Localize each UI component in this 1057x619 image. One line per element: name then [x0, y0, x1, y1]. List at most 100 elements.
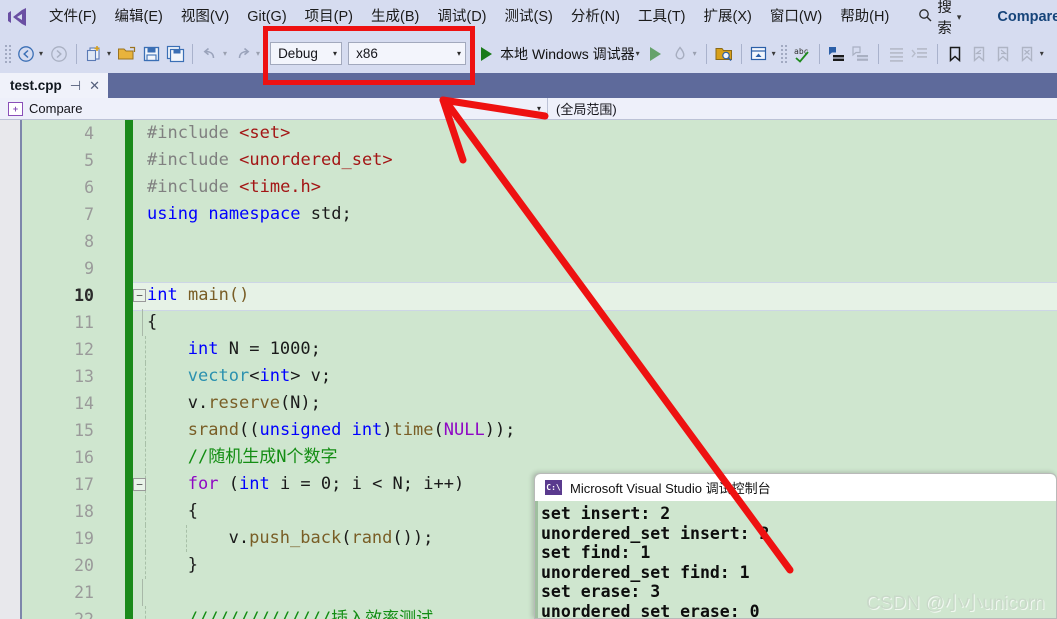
- indent-guide: [145, 498, 146, 525]
- fold-toggle-icon[interactable]: −: [133, 289, 146, 302]
- toolbar-grip[interactable]: [4, 43, 12, 64]
- next-bookmark-icon[interactable]: [991, 41, 1015, 67]
- uncomment-selection-icon[interactable]: [849, 41, 873, 67]
- chevron-down-icon[interactable]: ▾: [957, 12, 962, 23]
- console-output-line: set insert: 2: [541, 504, 671, 523]
- line-number: 21: [74, 583, 94, 602]
- toolbar-divider: [936, 43, 938, 64]
- code-line-text: }: [187, 555, 199, 575]
- back-dropdown-caret[interactable]: ▾: [38, 49, 47, 58]
- navigate-back-icon[interactable]: [14, 41, 38, 67]
- code-line-text: using namespace std;: [147, 204, 352, 224]
- line-number: 22: [22, 606, 94, 619]
- increase-indent-icon[interactable]: [884, 41, 908, 67]
- hot-reload-icon[interactable]: [668, 41, 692, 67]
- code-line-text: int main(): [147, 285, 250, 305]
- save-all-icon[interactable]: [163, 41, 187, 67]
- start-debug-dropdown-caret[interactable]: ▾: [635, 49, 644, 58]
- menu-item-window[interactable]: 窗口(W): [761, 7, 831, 28]
- solution-platform-value: x86: [356, 46, 378, 61]
- start-debug-icon[interactable]: [474, 41, 498, 67]
- toggle-bookmark-icon[interactable]: [943, 41, 967, 67]
- code-line[interactable]: 12 int N = 1000;: [0, 336, 1057, 363]
- code-line[interactable]: 5 #include <unordered_set>: [0, 147, 1057, 174]
- pin-icon[interactable]: ⊣: [70, 78, 81, 94]
- menu-item-build[interactable]: 生成(B): [362, 7, 428, 28]
- menu-item-view[interactable]: 视图(V): [172, 7, 238, 28]
- console-title-bar[interactable]: C:\ Microsoft Visual Studio 调试控制台: [535, 474, 1056, 501]
- decrease-indent-icon[interactable]: [908, 41, 932, 67]
- code-line-text: for (int i = 0; i < N; i++): [187, 474, 465, 494]
- previous-bookmark-icon[interactable]: [967, 41, 991, 67]
- code-line[interactable]: 6 #include <time.h>: [0, 174, 1057, 201]
- menu-item-edit[interactable]: 编辑(E): [106, 7, 172, 28]
- line-number: 15: [74, 421, 94, 440]
- window-layout-icon[interactable]: [747, 41, 771, 67]
- menu-item-debug[interactable]: 调试(D): [428, 7, 495, 28]
- indent-guide: [145, 363, 146, 390]
- member-dropdown[interactable]: + Compare ▾: [0, 98, 548, 120]
- block-structure-line: [142, 309, 143, 336]
- code-line[interactable]: 8: [0, 228, 1057, 255]
- hot-reload-dropdown-caret[interactable]: ▾: [692, 49, 701, 58]
- code-line[interactable]: 15 srand((unsigned int)time(NULL));: [0, 417, 1057, 444]
- new-item-dropdown-caret[interactable]: ▾: [106, 49, 115, 58]
- find-in-files-icon[interactable]: [712, 41, 736, 67]
- code-line[interactable]: 4 #include <set>: [0, 120, 1057, 147]
- toolbar-grip[interactable]: [779, 43, 788, 64]
- navigation-bar: + Compare ▾ (全局范围): [0, 98, 1057, 120]
- comment-selection-icon[interactable]: [825, 41, 849, 67]
- spell-check-icon[interactable]: abc: [790, 41, 814, 67]
- standard-toolbar: ▾ ▾ ▾ ▾ Debug ▾ x86 ▾ 本地 Windows 调试器 ▾ ▾…: [0, 34, 1057, 73]
- menu-item-project[interactable]: 项目(P): [296, 7, 362, 28]
- menu-item-help[interactable]: 帮助(H): [831, 7, 898, 28]
- line-number: 8: [84, 232, 94, 251]
- menu-item-git[interactable]: Git(G): [238, 7, 295, 28]
- solution-configuration-dropdown[interactable]: Debug ▾: [270, 42, 343, 65]
- menu-item-file[interactable]: 文件(F): [40, 7, 106, 28]
- code-line-text: v.push_back(rand());: [228, 528, 434, 548]
- code-line[interactable]: 9: [0, 255, 1057, 282]
- line-number: 7: [84, 205, 94, 224]
- toolbar-overflow-caret[interactable]: ▾: [1039, 49, 1048, 58]
- scope-dropdown-value: (全局范围): [556, 102, 617, 117]
- start-debug-label[interactable]: 本地 Windows 调试器: [500, 44, 635, 64]
- watermark: CSDN @小小unicorn: [866, 593, 1045, 614]
- line-number: 6: [84, 178, 94, 197]
- open-file-icon[interactable]: [115, 41, 139, 67]
- menu-item-test[interactable]: 测试(S): [496, 7, 562, 28]
- code-line[interactable]: 13 vector<int> v;: [0, 363, 1057, 390]
- close-icon[interactable]: ✕: [89, 78, 100, 94]
- code-line[interactable]: 14 v.reserve(N);: [0, 390, 1057, 417]
- member-type-icon: +: [8, 101, 23, 116]
- code-line-text: #include <unordered_set>: [147, 150, 393, 170]
- toolbar-divider: [740, 43, 742, 64]
- console-output-line: unordered_set find: 1: [541, 562, 750, 582]
- save-icon[interactable]: [139, 41, 163, 67]
- menu-item-tools[interactable]: 工具(T): [629, 7, 695, 28]
- code-line-text: {: [187, 501, 199, 521]
- navigate-forward-icon[interactable]: [47, 41, 71, 67]
- code-line[interactable]: 7 using namespace std;: [0, 201, 1057, 228]
- code-line[interactable]: 11 {: [0, 309, 1057, 336]
- tab-test-cpp[interactable]: test.cpp ⊣ ✕: [0, 73, 108, 98]
- clear-bookmarks-icon[interactable]: [1015, 41, 1039, 67]
- code-line[interactable]: 16 //随机生成N个数字: [0, 444, 1057, 471]
- menu-item-extensions[interactable]: 扩展(X): [695, 7, 761, 28]
- code-line[interactable]: 10 − int main(): [0, 282, 1057, 311]
- compare-link[interactable]: Compare: [997, 9, 1057, 25]
- indent-guide: [145, 606, 146, 619]
- fold-toggle-icon[interactable]: −: [133, 478, 146, 491]
- scope-dropdown[interactable]: (全局范围): [548, 98, 1057, 120]
- menu-item-analyze[interactable]: 分析(N): [562, 7, 629, 28]
- start-without-debugging-icon[interactable]: [644, 41, 668, 67]
- redo-icon[interactable]: [231, 41, 255, 67]
- undo-dropdown-caret[interactable]: ▾: [222, 49, 231, 58]
- toolbar-divider: [705, 43, 707, 64]
- window-layout-dropdown-caret[interactable]: ▾: [771, 49, 780, 58]
- solution-platform-dropdown[interactable]: x86 ▾: [348, 42, 467, 65]
- undo-icon[interactable]: [198, 41, 222, 67]
- new-item-icon[interactable]: [82, 41, 106, 67]
- code-line-text: {: [147, 312, 158, 332]
- redo-dropdown-caret[interactable]: ▾: [255, 49, 264, 58]
